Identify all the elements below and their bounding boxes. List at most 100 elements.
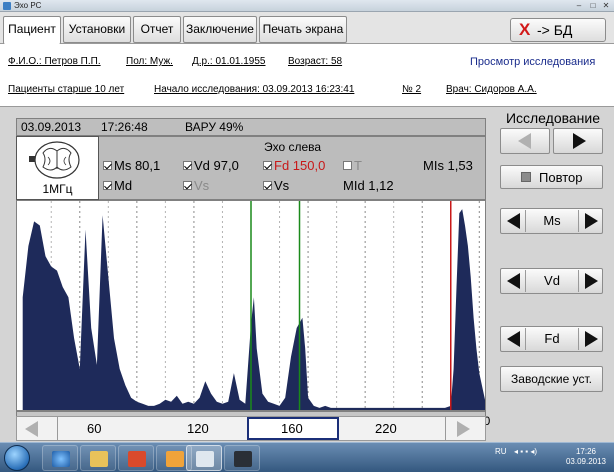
fd-right-arrow-icon[interactable] <box>585 331 598 347</box>
app-icon <box>3 2 11 10</box>
vs-dim-checkbox[interactable] <box>183 181 192 190</box>
fd-checkbox[interactable] <box>263 161 272 170</box>
export-x-icon: X <box>519 20 531 39</box>
range-220[interactable]: 220 <box>375 421 397 436</box>
tab-conclusion[interactable]: Заключение <box>183 16 257 43</box>
patient-info-panel: Ф.И.О.: Петров П.П. Пол: Муж. Д.р.: 01.0… <box>0 44 614 107</box>
doctor-name: Врач: Сидоров А.А. <box>446 84 537 95</box>
repeat-square-icon <box>521 172 531 182</box>
status-bar: 03.09.2013 17:26:48 ВАРУ 49% <box>16 118 486 136</box>
taskbar-echo[interactable] <box>186 445 222 471</box>
repeat-label: Повтор <box>539 170 583 185</box>
ms-adjust-button[interactable]: Ms <box>500 208 603 234</box>
tab-print-screen[interactable]: Печать экрана <box>259 16 347 43</box>
range-60[interactable]: 60 <box>87 421 101 436</box>
menu-bar: Пациент Установки Отчет Заключение Печат… <box>0 12 614 44</box>
fd-label: Fd <box>525 328 579 350</box>
ms-checkbox[interactable] <box>103 161 112 170</box>
study-prev-button[interactable] <box>500 128 550 154</box>
probe-box: 1МГц <box>16 136 99 200</box>
export-to-db-button[interactable]: X -> БД <box>510 18 606 42</box>
spectrum-svg <box>22 201 485 410</box>
echo-params-header: Эхо слева Ms 80,1 Vd 97,0 Fd 150,0 T MIs… <box>99 136 486 200</box>
taskbar: RU ◂ ▪ ▪ ◂) 17:26 03.09.2013 <box>0 442 614 472</box>
param-vd[interactable]: Vd 97,0 <box>183 158 239 173</box>
echo-side-title: Эхо слева <box>263 140 322 154</box>
tab-report[interactable]: Отчет <box>133 16 181 43</box>
window-title: Эхо PC <box>14 1 42 10</box>
vd-checkbox[interactable] <box>183 161 192 170</box>
range-160[interactable]: 160 <box>281 421 303 436</box>
tray-clock[interactable]: 17:26 03.09.2013 <box>566 447 606 467</box>
param-mid: MId 1,12 <box>343 178 394 193</box>
study-number: № 2 <box>402 84 422 95</box>
param-t-label: T <box>354 158 362 173</box>
vs-checkbox[interactable] <box>263 181 272 190</box>
taskbar-explorer[interactable] <box>80 445 116 471</box>
md-checkbox[interactable] <box>103 181 112 190</box>
vd-label: Vd <box>525 270 579 292</box>
vd-adjust-button[interactable]: Vd <box>500 268 603 294</box>
fd-adjust-button[interactable]: Fd <box>500 326 603 352</box>
patient-dob: Д.р.: 01.01.1955 <box>192 56 266 67</box>
fd-left-arrow-icon[interactable] <box>507 331 520 347</box>
range-scrollbar[interactable]: 60 120 160 220 <box>16 416 486 441</box>
patient-sex: Пол: Муж. <box>126 56 173 67</box>
study-title: Исследование <box>505 110 601 126</box>
start-button[interactable] <box>4 445 30 471</box>
echo-spectrum-plot[interactable] <box>16 200 486 411</box>
folder-icon <box>90 451 108 467</box>
ms-right-arrow-icon[interactable] <box>585 213 598 229</box>
param-vs-dim-label: Vs <box>194 178 210 193</box>
tab-patient[interactable]: Пациент <box>3 16 61 44</box>
tray-language[interactable]: RU <box>495 447 507 456</box>
ie-icon <box>52 451 70 467</box>
close-icon[interactable]: ✕ <box>601 1 611 10</box>
taskbar-ie[interactable] <box>42 445 78 471</box>
echo-app-icon <box>196 451 214 467</box>
maximize-icon[interactable]: □ <box>588 1 598 10</box>
tray-icons[interactable]: ◂ ▪ ▪ ◂) <box>514 447 537 456</box>
status-date: 03.09.2013 <box>21 120 82 134</box>
param-ms-label: Ms 80,1 <box>114 158 161 173</box>
param-vs[interactable]: Vs <box>263 178 289 193</box>
range-120[interactable]: 120 <box>187 421 209 436</box>
factory-settings-button[interactable]: Заводские уст. <box>500 366 603 392</box>
view-title: Просмотр исследования <box>470 56 596 68</box>
main-area: 03.09.2013 17:26:48 ВАРУ 49% 1МГц Эхо сл… <box>0 108 614 442</box>
param-fd[interactable]: Fd 150,0 <box>263 158 325 173</box>
prev-arrow-icon <box>518 133 531 149</box>
range-right-arrow-icon[interactable] <box>457 421 470 437</box>
param-fd-label: Fd 150,0 <box>274 158 326 173</box>
study-start: Начало исследования: 03.09.2013 16:23:41 <box>154 84 355 95</box>
patient-category: Пациенты старше 10 лет <box>8 84 125 95</box>
ms-left-arrow-icon[interactable] <box>507 213 520 229</box>
next-arrow-icon <box>573 133 586 149</box>
repeat-button[interactable]: Повтор <box>500 165 603 189</box>
status-time: 17:26:48 <box>101 120 148 134</box>
range-left-arrow-icon[interactable] <box>25 421 38 437</box>
vd-left-arrow-icon[interactable] <box>507 273 520 289</box>
param-ms[interactable]: Ms 80,1 <box>103 158 160 173</box>
param-md-label: Md <box>114 178 133 193</box>
vd-right-arrow-icon[interactable] <box>585 273 598 289</box>
param-vs-dim[interactable]: Vs <box>183 178 209 193</box>
taskbar-app6[interactable] <box>224 445 260 471</box>
status-varu: ВАРУ 49% <box>185 120 244 134</box>
export-label: -> БД <box>537 22 573 38</box>
head-icon <box>29 141 80 179</box>
window-titlebar: Эхо PC – □ ✕ <box>0 0 614 12</box>
param-md[interactable]: Md <box>103 178 132 193</box>
minimize-icon[interactable]: – <box>574 1 584 10</box>
app4-icon <box>166 451 184 467</box>
patient-age: Возраст: 58 <box>288 56 343 67</box>
tab-settings[interactable]: Установки <box>63 16 131 43</box>
t-checkbox[interactable] <box>343 161 352 170</box>
spectrum-area <box>22 209 485 410</box>
taskbar-media[interactable] <box>118 445 154 471</box>
ms-label: Ms <box>525 210 579 232</box>
tray-time: 17:26 <box>575 447 596 456</box>
study-next-button[interactable] <box>553 128 603 154</box>
param-t[interactable]: T <box>343 158 362 173</box>
app6-icon <box>234 451 252 467</box>
